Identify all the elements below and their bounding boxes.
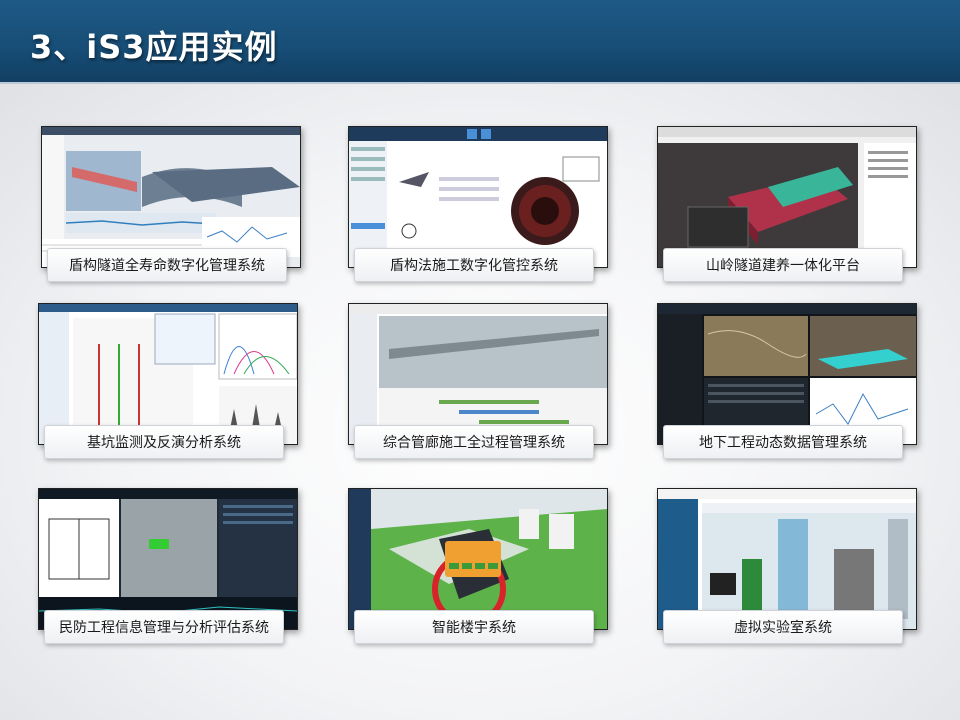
screenshot-shield-construction-control: [348, 126, 608, 268]
card-label: 地下工程动态数据管理系统: [663, 425, 903, 459]
screenshot-utility-tunnel-construction: [348, 303, 608, 445]
card-label: 盾构法施工数字化管控系统: [354, 248, 594, 282]
page-title: 3、iS3应用实例: [30, 28, 278, 66]
card-label: 智能楼宇系统: [354, 610, 594, 644]
card-label: 基坑监测及反演分析系统: [44, 425, 284, 459]
screenshot-mountain-tunnel-platform: [657, 126, 917, 268]
card-label: 综合管廊施工全过程管理系统: [354, 425, 594, 459]
card-label: 民防工程信息管理与分析评估系统: [44, 610, 284, 644]
screenshot-civil-defense-engineering: [38, 488, 298, 630]
screenshot-smart-building: [348, 488, 608, 630]
screenshot-shield-tunnel-lifecycle: [41, 126, 301, 268]
card-label: 盾构隧道全寿命数字化管理系统: [47, 248, 287, 282]
screenshot-virtual-lab: [657, 488, 917, 630]
content-area: 盾构隧道全寿命数字化管理系统 盾构法施工数字化管控系统 山岭隧道建养一体化平台 …: [0, 84, 960, 720]
card-label: 山岭隧道建养一体化平台: [663, 248, 903, 282]
screenshot-underground-data-management: [657, 303, 917, 445]
title-bar: 3、iS3应用实例: [0, 0, 960, 84]
card-label: 虚拟实验室系统: [663, 610, 903, 644]
screenshot-foundation-pit-monitoring: [38, 303, 298, 445]
